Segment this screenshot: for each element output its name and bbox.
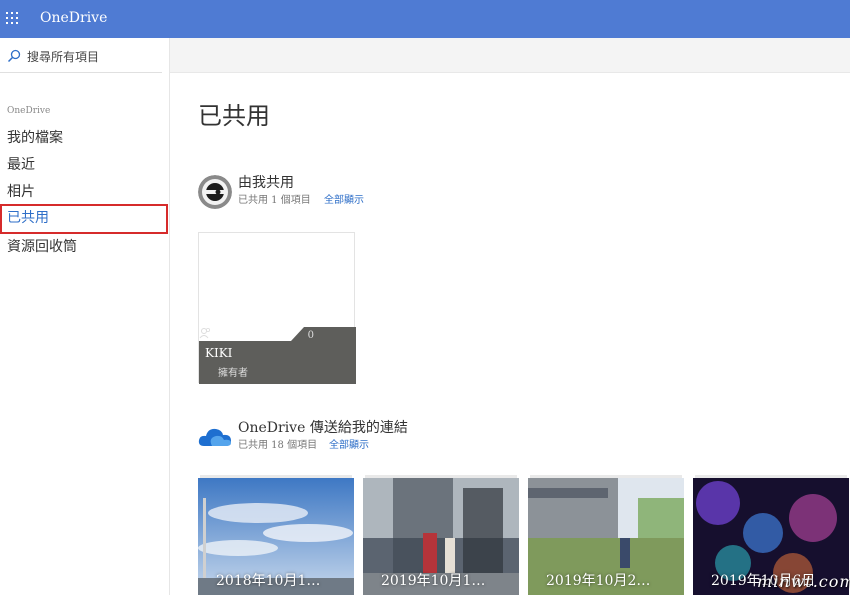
user-avatar[interactable] (198, 175, 232, 209)
folder-item-count: 0 (307, 330, 314, 341)
search-box[interactable]: 搜尋所有項目 (0, 38, 162, 73)
sidebar-item-recycle-bin[interactable]: 資源回收筒 (0, 233, 168, 261)
command-bar (170, 38, 850, 73)
shared-photo-tile[interactable]: 2019年10月1… (363, 475, 519, 595)
section-title-links-to-me: OneDrive 傳送給我的連結 (238, 420, 408, 436)
sidebar-item-recent[interactable]: 最近 (0, 151, 168, 179)
person-icon (199, 327, 211, 339)
shared-folder-tile[interactable]: 0 KIKI 擁有者 (198, 232, 356, 384)
sidebar-item-shared[interactable]: 已共用 (0, 204, 168, 234)
shared-photo-tile[interactable]: 2019年10月2… (528, 475, 684, 595)
section-title-shared-by-me: 由我共用 (238, 175, 294, 191)
sidebar-item-my-files[interactable]: 我的檔案 (0, 124, 168, 152)
photo-caption: 2018年10月1… (216, 573, 321, 589)
folder-owner-label: 擁有者 (218, 368, 248, 379)
search-placeholder: 搜尋所有項目 (27, 50, 100, 64)
page-title: 已共用 (198, 102, 270, 130)
photo-caption: 2019年10月1… (381, 573, 486, 589)
photo-caption: 2019年10月2… (546, 573, 651, 589)
top-bar: OneDrive (0, 0, 850, 38)
search-icon (7, 49, 21, 63)
app-launcher-icon[interactable] (6, 12, 20, 26)
watermark: minwt.com (757, 572, 850, 591)
app-title[interactable]: OneDrive (40, 10, 107, 26)
main-content: 已共用 由我共用 已共用 1 個項目 全部顯示 0 KIKI 擁有者 OneDr… (170, 38, 850, 595)
shared-photo-tile[interactable]: 2018年10月1… (198, 475, 354, 595)
show-all-links-to-me-link[interactable]: 全部顯示 (329, 436, 369, 451)
folder-name: KIKI (205, 346, 233, 360)
section-subtitle-shared-by-me: 已共用 1 個項目 (238, 195, 311, 206)
sidebar: 搜尋所有項目 OneDrive 我的檔案 最近 相片 已共用 資源回收筒 (0, 38, 170, 595)
section-subtitle-links-to-me: 已共用 18 個項目 (238, 440, 318, 451)
show-all-shared-by-me-link[interactable]: 全部顯示 (324, 191, 364, 206)
sidebar-item-photos[interactable]: 相片 (0, 178, 168, 206)
onedrive-cloud-icon (198, 424, 232, 458)
nav-heading: OneDrive (7, 106, 51, 116)
